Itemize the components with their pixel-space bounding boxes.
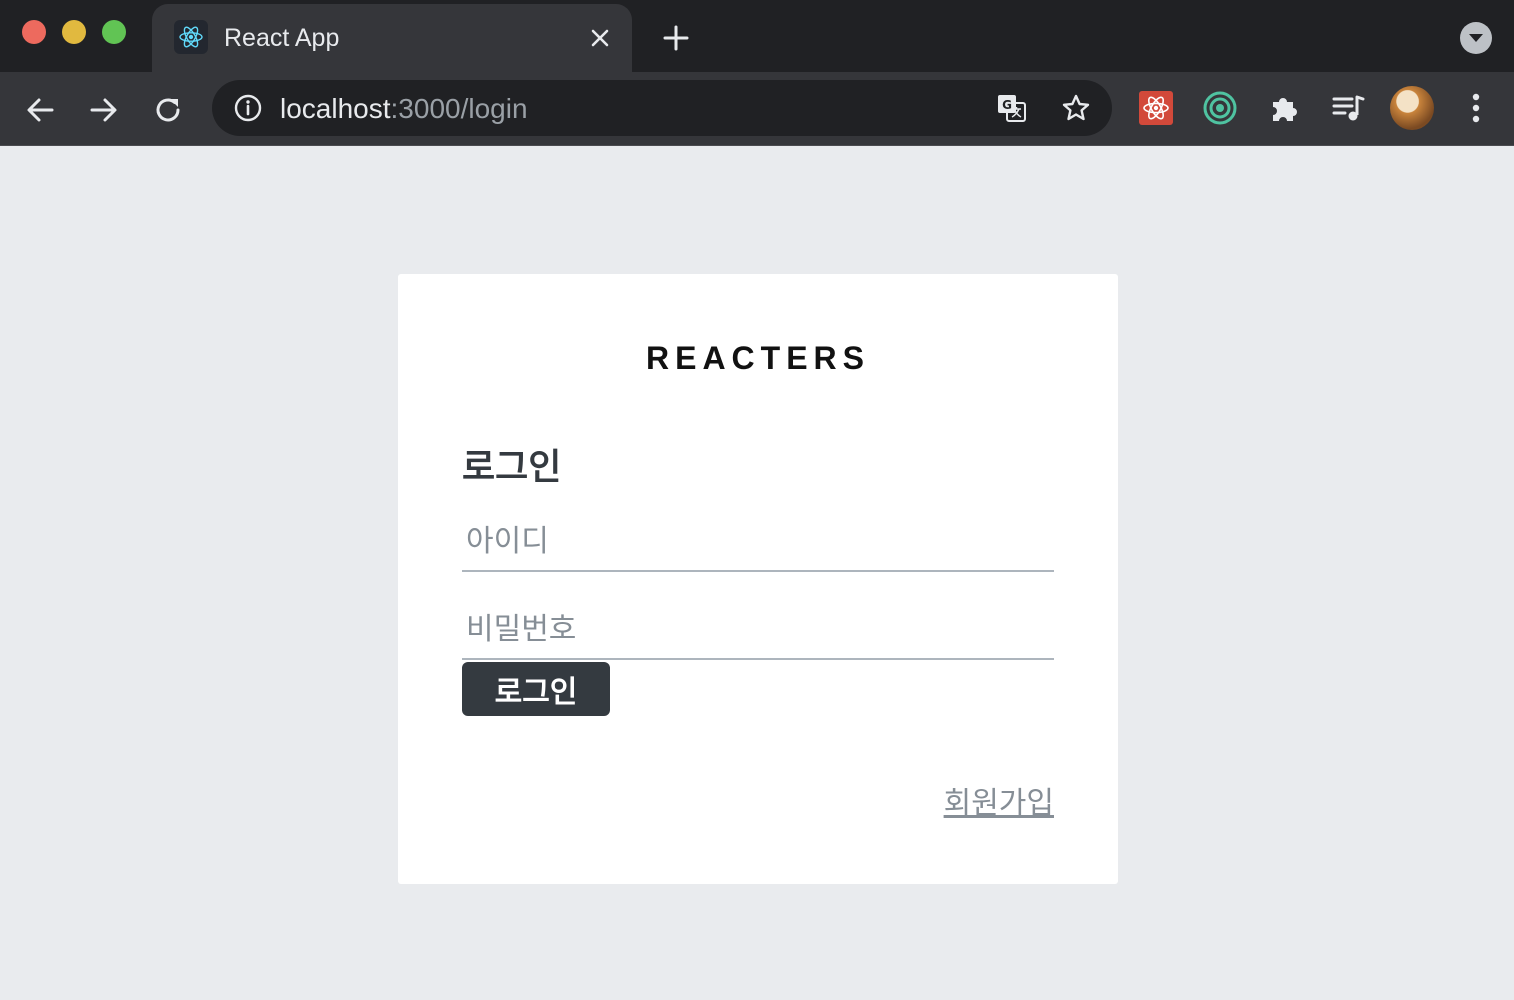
username-input[interactable] <box>462 512 1054 572</box>
profile-avatar[interactable] <box>1390 86 1434 130</box>
window-minimize-button[interactable] <box>62 20 86 44</box>
window-close-button[interactable] <box>22 20 46 44</box>
new-tab-icon[interactable] <box>656 20 696 56</box>
close-tab-icon[interactable] <box>584 22 616 54</box>
browser-toolbar: localhost:3000/login G <box>0 72 1514 146</box>
page-title: 로그인 <box>462 446 562 487</box>
puzzle-icon[interactable] <box>1262 86 1306 130</box>
login-card: REACTERS 로그인 로그인 회원가입 <box>398 274 1118 884</box>
translate-icon[interactable]: G <box>992 88 1032 128</box>
svg-text:G: G <box>1002 98 1012 112</box>
browser-tab-strip: React App <box>0 0 1514 72</box>
url-host: localhost <box>280 93 391 124</box>
reload-icon[interactable] <box>146 88 190 132</box>
react-devtools-extension-icon[interactable] <box>1134 86 1178 130</box>
kebab-menu-icon[interactable] <box>1454 86 1498 130</box>
window-maximize-button[interactable] <box>102 20 126 44</box>
arrow-right-icon[interactable] <box>82 88 126 132</box>
target-extension-icon[interactable] <box>1198 86 1242 130</box>
tab-search-chevron-down-icon[interactable] <box>1460 22 1492 54</box>
arrow-left-icon[interactable] <box>18 88 62 132</box>
signup-link[interactable]: 회원가입 <box>944 778 1054 822</box>
react-logo-icon <box>174 20 208 54</box>
info-icon[interactable] <box>228 88 268 128</box>
url-text: localhost:3000/login <box>280 93 528 125</box>
address-bar[interactable]: localhost:3000/login G <box>212 80 1112 136</box>
login-button[interactable]: 로그인 <box>462 662 610 716</box>
browser-tab-active[interactable]: React App <box>152 4 632 72</box>
star-icon[interactable] <box>1056 88 1096 128</box>
playlist-icon[interactable] <box>1326 86 1370 130</box>
url-path: :3000/login <box>390 93 528 124</box>
password-input[interactable] <box>462 600 1054 660</box>
tab-title: React App <box>224 24 340 52</box>
app-logo[interactable]: REACTERS <box>398 340 1118 377</box>
